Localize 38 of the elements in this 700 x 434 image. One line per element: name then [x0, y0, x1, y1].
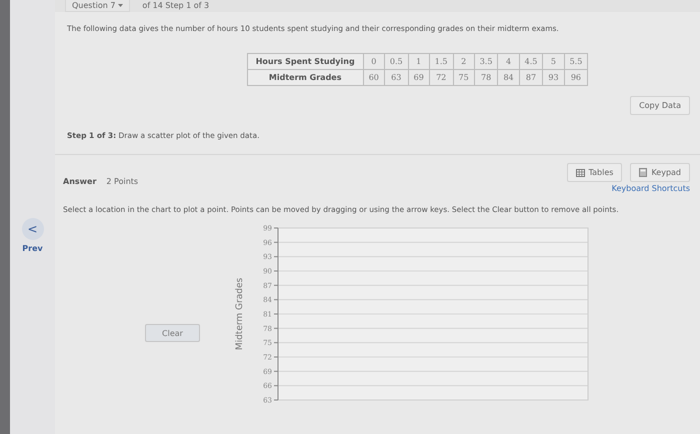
question-dropdown[interactable]: Question 7 — [65, 0, 130, 12]
table-cell: 60 — [363, 70, 384, 86]
points-text: 2 Points — [106, 176, 138, 186]
axis-label: Midterm Grades — [235, 278, 245, 350]
table-cell: 1 — [408, 54, 430, 70]
table-cell: 78 — [474, 70, 498, 86]
table-cell: 1.5 — [429, 54, 454, 70]
table-cell: 72 — [429, 70, 454, 86]
table-cell: 0.5 — [384, 54, 408, 70]
table-cell: 75 — [453, 70, 474, 86]
table-icon — [576, 168, 585, 176]
calculator-icon — [639, 168, 648, 177]
table-cell: 5.5 — [564, 54, 588, 70]
table-cell: 2 — [453, 54, 474, 70]
table-cell: 93 — [542, 70, 564, 86]
table-cell: 4.5 — [519, 54, 543, 70]
answer-label: Answer — [63, 176, 96, 186]
row-header: Midterm Grades — [247, 70, 364, 86]
plot-area[interactable] — [278, 228, 588, 400]
table-cell: 4 — [498, 54, 520, 70]
table-cell: 87 — [519, 70, 543, 86]
table-cell: 3.5 — [474, 54, 498, 70]
table-cell: 96 — [564, 70, 588, 86]
copy-data-button[interactable]: Copy Data — [630, 96, 690, 115]
shortcuts-link[interactable]: Keyboard Shortcuts — [612, 184, 690, 193]
table-cell: 84 — [498, 70, 520, 86]
tool-button[interactable]: Tables — [566, 163, 622, 182]
table-cell: 69 — [408, 70, 430, 86]
tool-button[interactable]: Keypad — [630, 163, 690, 182]
table-cell: 0 — [363, 54, 384, 70]
table-cell: 5 — [542, 54, 564, 70]
clear-button[interactable]: Clear — [145, 324, 200, 342]
back-button[interactable]: < — [22, 218, 44, 240]
progress-text: of 14 Step 1 of 3 — [142, 0, 210, 12]
caret-icon — [118, 4, 124, 7]
row-header: Hours Spent Studying — [247, 54, 364, 70]
table-cell: 63 — [384, 70, 408, 86]
prev-label: Prev — [22, 244, 43, 253]
